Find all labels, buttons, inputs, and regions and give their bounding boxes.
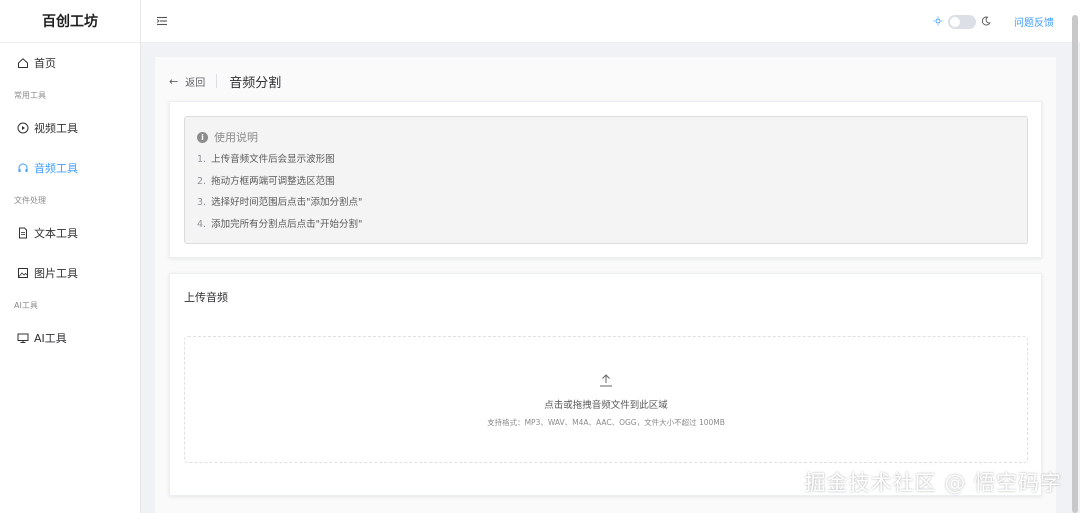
group-label-files: 文件处理 (14, 196, 46, 205)
sidebar-item-label: 文本工具 (34, 227, 78, 240)
instructions-list: 1. 上传音频文件后会显示波形图 2. 拖动方框两端可调整选区范围 3. 选择好时间范… (197, 153, 362, 239)
app-logo: 百创工坊 (0, 0, 140, 43)
toggle-knob (950, 16, 960, 27)
home-icon (17, 57, 29, 69)
page-title: 音频分割 (229, 75, 282, 91)
upload-card-title: 上传音频 (184, 291, 228, 304)
collapse-menu-icon[interactable] (156, 15, 168, 27)
sun-icon (933, 15, 943, 29)
main-panel: ← 返回 音频分割 i 使用说明 1. 上传音频文件后会显示波形图 2. 拖动方框两… (155, 57, 1056, 513)
feedback-link[interactable]: 问题反馈 (1014, 14, 1054, 29)
sidebar-item-home[interactable]: 首页 (0, 43, 140, 83)
instruction-step: 1. 上传音频文件后会显示波形图 (197, 154, 335, 165)
vertical-scrollbar[interactable] (1072, 15, 1078, 513)
group-label-common: 常用工具 (14, 91, 46, 100)
document-icon (17, 227, 29, 239)
instructions-alert: i 使用说明 1. 上传音频文件后会显示波形图 2. 拖动方框两端可调整选区范围 3… (184, 116, 1028, 244)
back-label: 返回 (185, 77, 206, 89)
instructions-card: i 使用说明 1. 上传音频文件后会显示波形图 2. 拖动方框两端可调整选区范围 3… (169, 101, 1042, 258)
instruction-step: 3. 选择好时间范围后点击"添加分割点" (197, 197, 363, 208)
upload-hint: 点击或拖拽音频文件到此区域 (544, 400, 668, 411)
sidebar-item-video[interactable]: 视频工具 (0, 108, 140, 148)
instructions-title: i 使用说明 (197, 129, 258, 145)
sidebar-item-label: 视频工具 (34, 122, 78, 135)
play-circle-icon (17, 122, 29, 134)
theme-toggle[interactable] (948, 14, 976, 29)
sidebar-item-text[interactable]: 文本工具 (0, 213, 140, 253)
headphones-icon (17, 162, 29, 174)
watermark: 掘金技术社区 @ 悟空码字 (804, 471, 1062, 495)
top-header: 问题反馈 (141, 0, 1080, 43)
page-header: ← 返回 音频分割 (169, 71, 281, 91)
moon-icon (981, 15, 991, 29)
upload-dropzone[interactable]: 点击或拖拽音频文件到此区域 支持格式：MP3、WAV、M4A、AAC、OGG，文… (184, 336, 1028, 463)
divider (216, 74, 218, 88)
upload-icon (598, 372, 614, 388)
sidebar-item-label: 图片工具 (34, 267, 78, 280)
sidebar-item-audio[interactable]: 音频工具 (0, 148, 140, 188)
back-button[interactable]: ← 返回 (169, 74, 205, 89)
upload-card: 上传音频 点击或拖拽音频文件到此区域 支持格式：MP3、WAV、M4A、AAC、… (169, 273, 1042, 496)
sidebar: 百创工坊 首页 常用工具 视频工具 音频工具 文件处理 文本工具 图片工具 AI… (0, 0, 141, 513)
sidebar-item-image[interactable]: 图片工具 (0, 253, 140, 293)
upload-format-hint: 支持格式：MP3、WAV、M4A、AAC、OGG，文件大小不超过 100MB (487, 418, 725, 427)
instruction-step: 4. 添加完所有分割点后点击"开始分割" (197, 218, 363, 230)
arrow-left-icon: ← (169, 74, 179, 88)
info-icon: i (197, 131, 208, 143)
monitor-icon (17, 332, 29, 344)
sidebar-item-ai[interactable]: AI工具 (0, 318, 140, 358)
group-label-ai: AI工具 (14, 301, 38, 310)
instruction-step: 2. 拖动方框两端可调整选区范围 (197, 175, 335, 187)
sidebar-item-label: 音频工具 (34, 162, 78, 175)
sidebar-item-label: AI工具 (34, 332, 67, 345)
image-icon (17, 267, 29, 279)
sidebar-item-label: 首页 (34, 57, 56, 70)
instructions-title-text: 使用说明 (214, 131, 258, 144)
